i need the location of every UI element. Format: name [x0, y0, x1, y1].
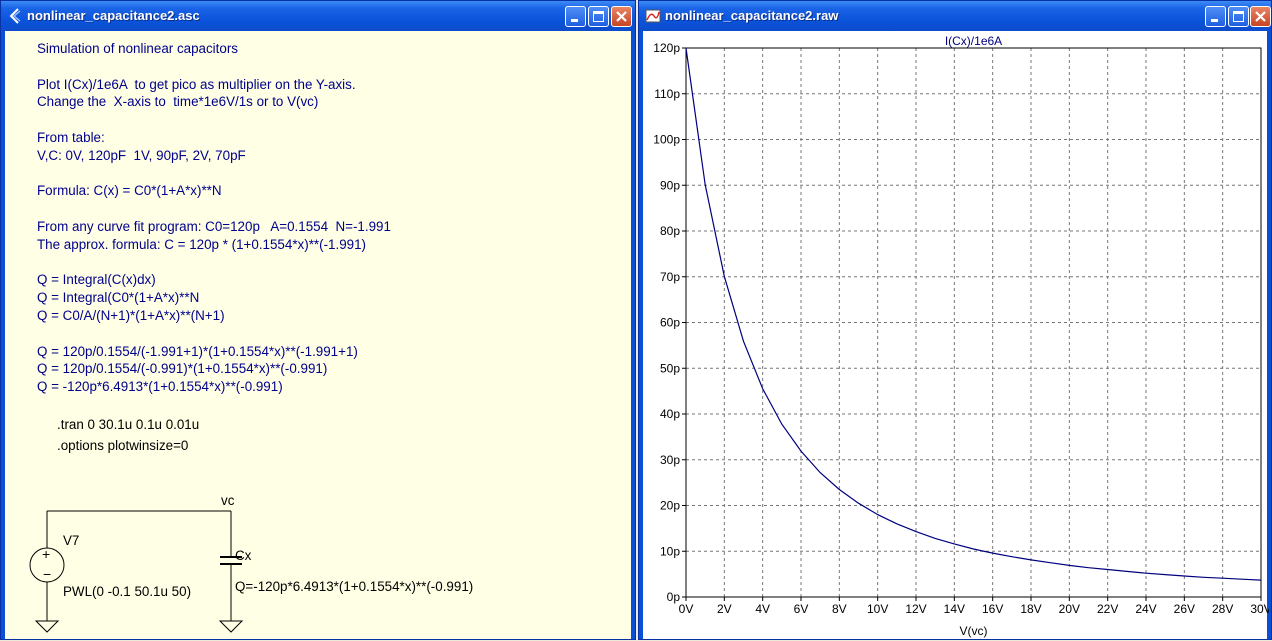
minus-sign: − — [43, 566, 51, 582]
waveform-titlebar[interactable]: nonlinear_capacitance2.raw — [639, 1, 1271, 31]
minimize-icon — [1211, 19, 1218, 22]
plot-grid — [686, 48, 1261, 597]
y-tick-label: 0p — [667, 590, 681, 604]
y-tick-label: 120p — [653, 41, 680, 55]
maximize-button[interactable] — [1228, 6, 1249, 27]
close-button[interactable] — [611, 6, 632, 27]
capacitor-value-label[interactable]: Q=-120p*6.4913*(1+0.1554*x)**(-0.991) — [235, 579, 473, 594]
source-name-label[interactable]: V7 — [63, 533, 79, 548]
y-tick-label: 70p — [660, 270, 680, 284]
plot-pane[interactable]: I(Cx)/1e6A V(vc) 0V 2V 4V 6V 8V 10V 12V 14V 16V 1… — [643, 31, 1269, 641]
y-tick-label: 30p — [660, 453, 680, 467]
schematic-canvas[interactable]: Simulation of nonlinear capacitors Plot I… — [5, 31, 631, 639]
close-button[interactable] — [1250, 6, 1271, 27]
waveform-plot[interactable]: I(Cx)/1e6A V(vc) 0V 2V 4V 6V 8V 10V 12V 14V 16V 1… — [643, 31, 1269, 641]
x-tick-label: 4V — [755, 602, 770, 616]
schematic-window[interactable]: nonlinear_capacitance2.asc Simulation of… — [0, 0, 636, 640]
waveform-window[interactable]: nonlinear_capacitance2.raw I(Cx)/1e6A V(… — [638, 0, 1272, 640]
x-tick-label: 16V — [982, 602, 1003, 616]
waveform-app-icon — [645, 9, 661, 23]
x-tick-label: 26V — [1174, 602, 1195, 616]
maximize-icon — [1233, 11, 1244, 22]
net-label-vc[interactable]: vc — [221, 493, 234, 508]
y-tick-label: 80p — [660, 224, 680, 238]
plus-sign: + — [42, 546, 50, 562]
x-tick-label: 28V — [1212, 602, 1233, 616]
close-icon — [616, 11, 627, 22]
x-tick-label: 14V — [944, 602, 965, 616]
ground-symbol-source — [34, 620, 60, 633]
axis-ticks: 0V 2V 4V 6V 8V 10V 12V 14V 16V 18V 20V 22V 24V 26V 28V… — [653, 41, 1269, 616]
y-tick-label: 90p — [660, 178, 680, 192]
x-tick-label: 22V — [1097, 602, 1118, 616]
y-tick-label: 20p — [660, 499, 680, 513]
schematic-app-icon — [9, 8, 21, 24]
y-tick-label: 40p — [660, 407, 680, 421]
x-tick-label: 8V — [832, 602, 847, 616]
maximize-button[interactable] — [588, 6, 609, 27]
circuit-drawing: + − — [29, 510, 244, 633]
x-tick-label: 12V — [905, 602, 926, 616]
minimize-button[interactable] — [1205, 6, 1226, 27]
trace-label[interactable]: I(Cx)/1e6A — [945, 34, 1002, 48]
y-tick-label: 50p — [660, 361, 680, 375]
x-tick-label: 10V — [867, 602, 888, 616]
ground-symbol-cap — [218, 620, 244, 633]
x-axis-label[interactable]: V(vc) — [960, 624, 988, 638]
minimize-button[interactable] — [565, 6, 586, 27]
schematic-window-title: nonlinear_capacitance2.asc — [27, 8, 200, 23]
y-tick-label: 100p — [653, 133, 680, 147]
x-tick-label: 2V — [717, 602, 732, 616]
x-tick-label: 0V — [679, 602, 694, 616]
x-tick-label: 20V — [1059, 602, 1080, 616]
source-value-label[interactable]: PWL(0 -0.1 50.1u 50) — [63, 584, 191, 599]
x-tick-label: 30V — [1250, 602, 1269, 616]
y-tick-label: 10p — [660, 544, 680, 558]
x-tick-label: 6V — [794, 602, 809, 616]
x-tick-label: 18V — [1020, 602, 1041, 616]
capacitor-name-label[interactable]: Cx — [235, 548, 251, 563]
x-tick-label: 24V — [1135, 602, 1156, 616]
waveform-window-title: nonlinear_capacitance2.raw — [665, 8, 839, 23]
y-tick-label: 110p — [654, 87, 680, 101]
maximize-icon — [593, 11, 604, 22]
y-tick-label: 60p — [660, 316, 680, 330]
trace-curve[interactable] — [685, 47, 1262, 581]
schematic-titlebar[interactable]: nonlinear_capacitance2.asc — [1, 1, 635, 31]
close-icon — [1255, 11, 1266, 22]
minimize-icon — [571, 19, 578, 22]
